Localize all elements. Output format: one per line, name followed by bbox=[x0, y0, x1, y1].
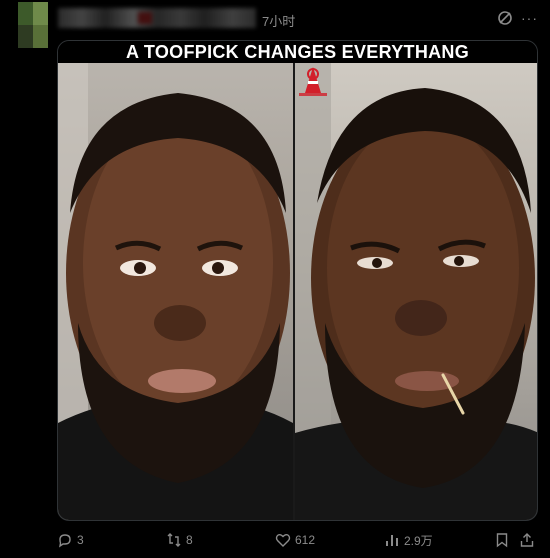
reply-button[interactable]: 3 bbox=[57, 528, 84, 552]
reply-icon bbox=[59, 534, 71, 548]
author-name-blurred[interactable] bbox=[58, 8, 256, 28]
bookmark-icon[interactable] bbox=[494, 532, 510, 548]
grok-icon[interactable] bbox=[497, 10, 513, 26]
photo-before bbox=[58, 63, 293, 520]
more-icon[interactable]: ··· bbox=[521, 9, 539, 27]
like-count: 612 bbox=[295, 533, 316, 547]
views-count: 2.9万 bbox=[404, 533, 433, 548]
action-bar: 3 8 612 2.9万 bbox=[57, 528, 538, 552]
repost-button[interactable]: 8 bbox=[166, 528, 193, 552]
repost-count: 8 bbox=[186, 533, 193, 547]
photo-after bbox=[295, 63, 537, 520]
brand-logo bbox=[299, 67, 327, 96]
share-icon[interactable] bbox=[519, 532, 535, 548]
like-button[interactable]: 612 bbox=[275, 528, 315, 552]
views-icon bbox=[386, 535, 398, 546]
post-header: 7小时 ··· bbox=[0, 0, 550, 48]
meme-caption: A TOOFPICK CHANGES EVERYTHANG bbox=[58, 41, 537, 63]
post-timestamp[interactable]: 7小时 bbox=[262, 11, 295, 30]
avatar[interactable] bbox=[18, 2, 48, 48]
like-icon bbox=[275, 534, 291, 547]
post-media[interactable]: A TOOFPICK CHANGES EVERYTHANG bbox=[57, 40, 538, 521]
repost-icon bbox=[167, 533, 181, 547]
reply-count: 3 bbox=[77, 533, 84, 547]
views-button[interactable]: 2.9万 bbox=[384, 528, 433, 552]
